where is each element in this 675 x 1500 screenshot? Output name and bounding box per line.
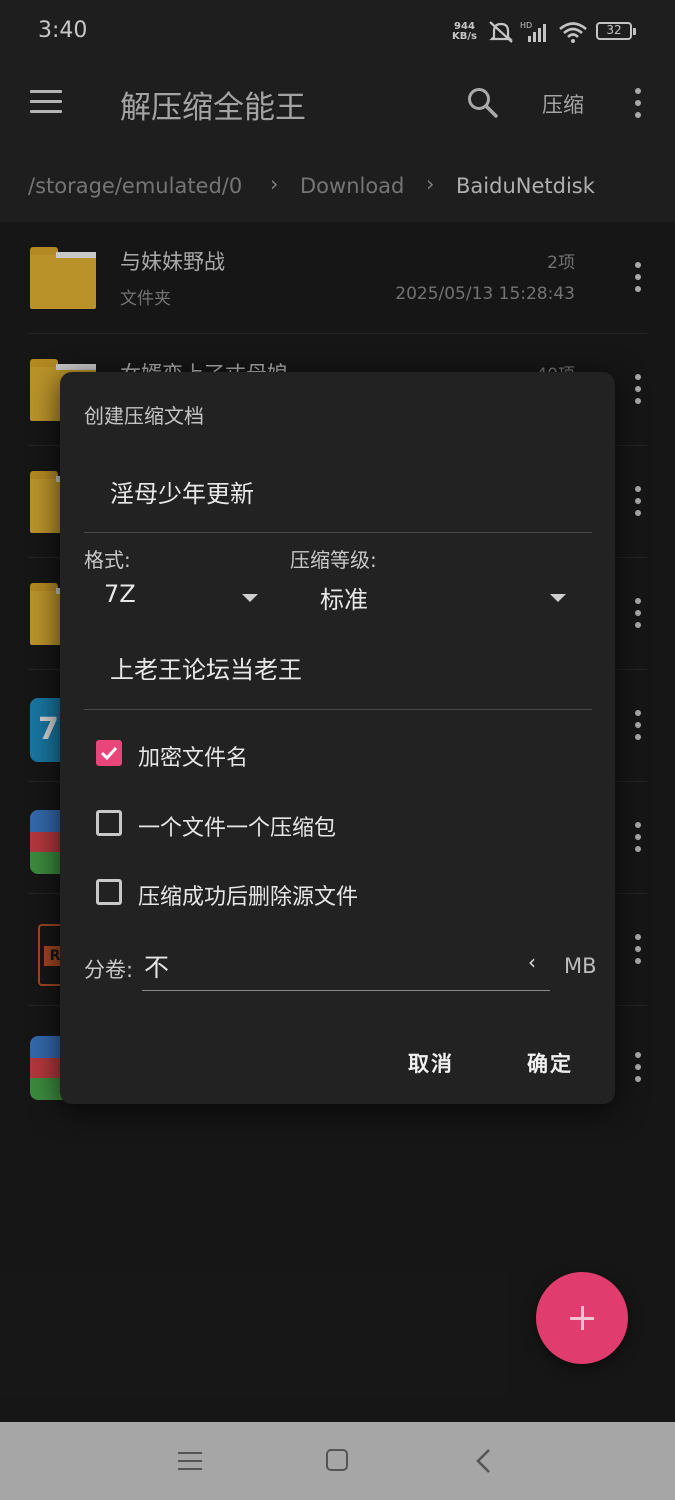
compression-level-select[interactable]: 标准	[290, 578, 580, 614]
system-navigation-bar	[0, 1422, 675, 1500]
cancel-button[interactable]: 取消	[408, 1048, 454, 1078]
format-select[interactable]: 7Z	[84, 578, 274, 614]
password-input[interactable]: 上老王论坛当老王	[110, 650, 302, 685]
back-icon[interactable]	[474, 1447, 494, 1475]
format-value: 7Z	[104, 580, 136, 608]
create-archive-dialog: 创建压缩文档 淫母少年更新 格式: 7Z 压缩等级: 标准 上老王论坛当老王 加…	[60, 372, 615, 1104]
one-archive-per-file-label[interactable]: 一个文件一个压缩包	[138, 810, 336, 842]
volume-size-value: 不	[144, 953, 170, 982]
encrypt-filenames-label[interactable]: 加密文件名	[138, 740, 248, 772]
chevron-down-icon	[550, 594, 566, 602]
format-label: 格式:	[84, 548, 131, 572]
volume-label: 分卷:	[84, 958, 134, 982]
password-underline	[84, 709, 592, 710]
chevron-left-icon[interactable]: ‹	[528, 950, 536, 974]
chevron-down-icon	[242, 594, 258, 602]
archive-name-input[interactable]: 淫母少年更新	[110, 474, 254, 509]
volume-size-input[interactable]: 不 ‹	[142, 938, 550, 991]
confirm-button[interactable]: 确定	[527, 1048, 573, 1078]
compression-level-label: 压缩等级:	[290, 548, 377, 572]
encrypt-filenames-checkbox[interactable]	[96, 740, 122, 766]
dialog-title: 创建压缩文档	[84, 404, 204, 428]
delete-source-label[interactable]: 压缩成功后删除源文件	[138, 879, 358, 911]
volume-unit: MB	[564, 954, 597, 978]
delete-source-checkbox[interactable]	[96, 879, 122, 905]
recent-apps-icon[interactable]	[178, 1450, 202, 1472]
home-icon[interactable]	[326, 1449, 348, 1471]
checkmark-icon	[100, 746, 118, 761]
compression-level-value: 标准	[320, 586, 368, 614]
archive-name-underline	[84, 532, 592, 533]
add-fab-button[interactable]	[536, 1272, 628, 1364]
one-archive-per-file-checkbox[interactable]	[96, 810, 122, 836]
